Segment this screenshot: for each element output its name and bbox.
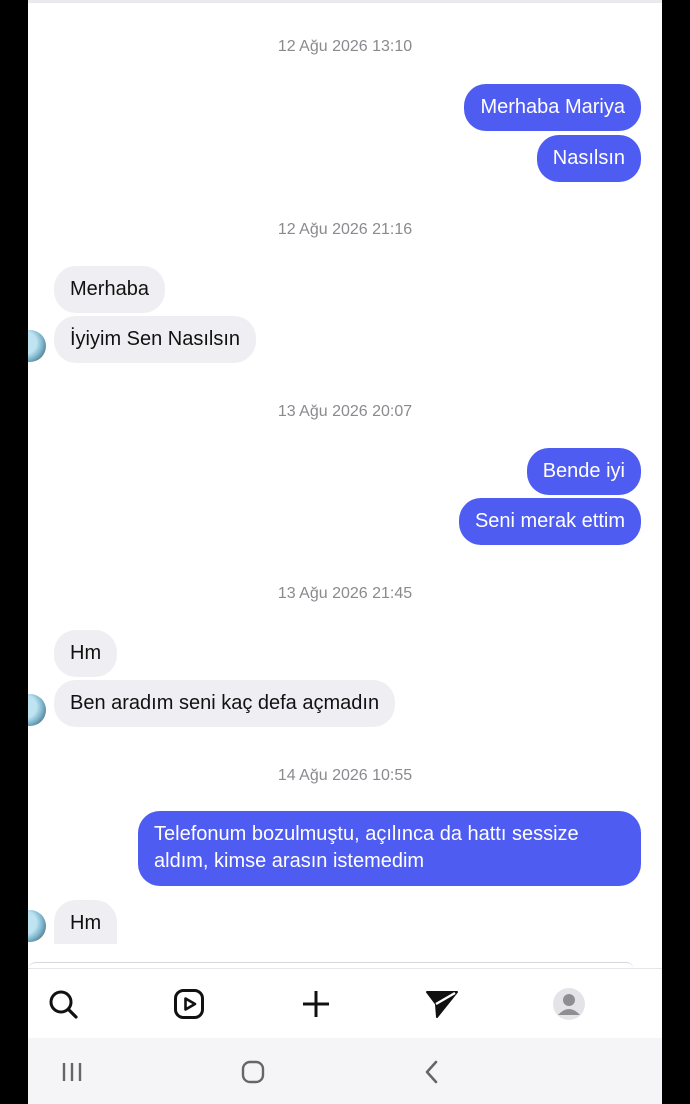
outgoing-message[interactable]: Telefonum bozulmuştu, açılınca da hattı … — [138, 811, 641, 886]
contact-avatar[interactable] — [28, 694, 46, 726]
profile-icon[interactable] — [550, 985, 588, 1023]
bottom-tab-bar — [28, 968, 662, 1039]
home-icon[interactable] — [233, 1056, 273, 1088]
timestamp: 13 Ağu 2026 20:07 — [277, 403, 413, 420]
incoming-message[interactable]: Hm — [54, 630, 118, 677]
timestamp: 13 Ağu 2026 21:45 — [277, 585, 413, 602]
timestamp: 14 Ağu 2026 10:55 — [277, 767, 413, 784]
search-icon[interactable] — [44, 985, 82, 1023]
contact-avatar[interactable] — [28, 330, 46, 362]
contact-avatar[interactable] — [28, 910, 46, 942]
top-divider — [28, 0, 662, 3]
incoming-message[interactable]: Hm — [54, 900, 118, 944]
incoming-message[interactable]: Ben aradım seni kaç defa açmadın — [54, 680, 396, 727]
recent-apps-icon[interactable] — [52, 1056, 92, 1088]
direct-icon[interactable] — [423, 985, 461, 1023]
incoming-message[interactable]: İyiyim Sen Nasılsın — [54, 316, 257, 363]
outgoing-message[interactable]: Nasılsın — [536, 135, 641, 182]
back-icon[interactable] — [412, 1056, 452, 1088]
outgoing-message[interactable]: Merhaba Mariya — [464, 84, 641, 131]
timestamp: 12 Ağu 2026 21:16 — [277, 221, 413, 238]
system-navigation-bar — [28, 1038, 662, 1104]
outgoing-message[interactable]: Bende iyi — [526, 448, 641, 495]
chat-screen: 12 Ağu 2026 13:10 Merhaba Mariya Nasılsı… — [28, 0, 662, 1104]
incoming-message[interactable]: Merhaba — [54, 266, 165, 313]
create-icon[interactable] — [297, 985, 335, 1023]
outgoing-message[interactable]: Seni merak ettim — [458, 498, 641, 545]
timestamp: 12 Ağu 2026 13:10 — [277, 38, 413, 55]
reels-icon[interactable] — [170, 985, 208, 1023]
